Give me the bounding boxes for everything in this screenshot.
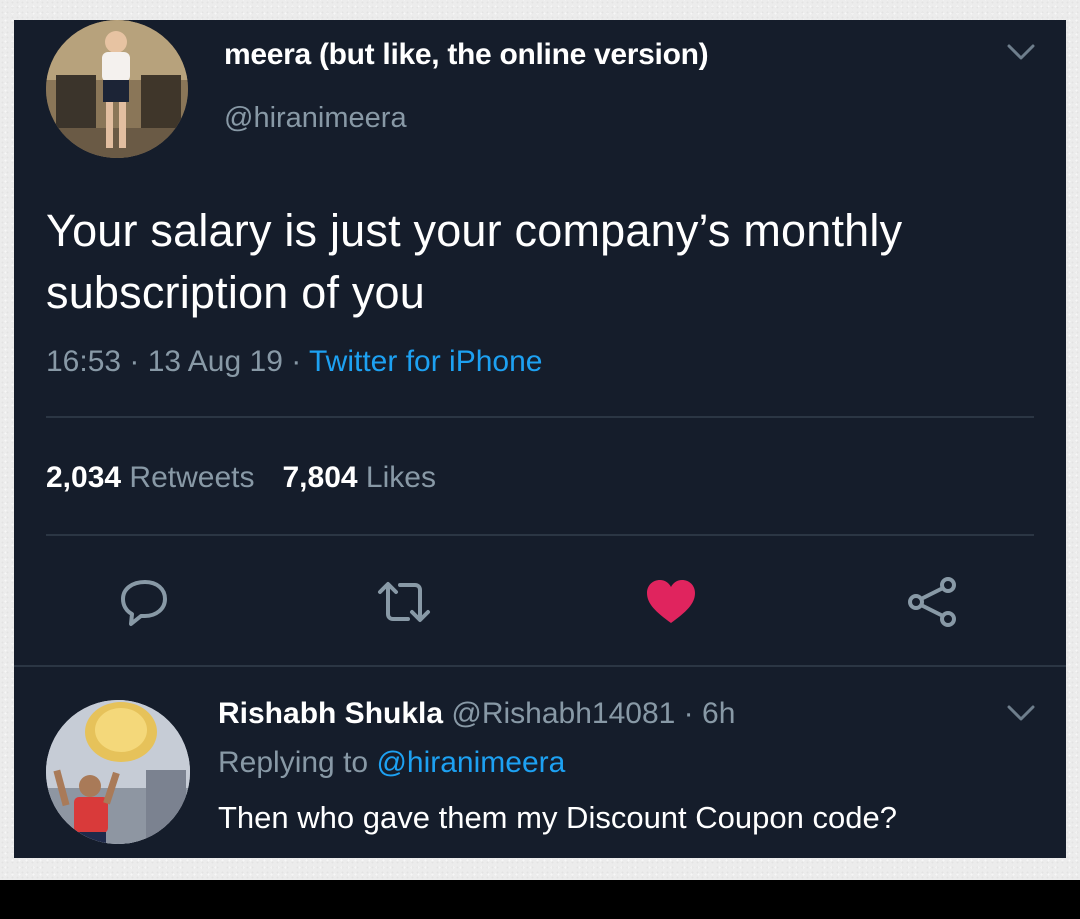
like-stat[interactable]: 7,804 Likes [282,461,435,494]
retweet-count: 2,034 [46,461,122,494]
meta-separator: · [121,345,148,378]
chevron-down-icon[interactable] [1006,42,1036,67]
tweet-stats: 2,034 Retweets 7,804 Likes [46,461,436,495]
reply-icon[interactable] [119,576,171,633]
reply-age: 6h [702,697,736,730]
reply-header: Rishabh Shukla @Rishabh14081 · 6h [218,697,735,731]
divider [46,416,1034,418]
divider [46,534,1034,536]
meta-separator: · [282,345,310,378]
reply-author-avatar[interactable] [46,700,190,844]
author-avatar[interactable] [46,20,188,158]
chevron-down-icon[interactable] [1006,703,1036,728]
replying-to: Replying to @hiranimeera [218,746,565,780]
reply-separator: · [675,697,703,730]
tweet-source-link[interactable]: Twitter for iPhone [309,345,542,378]
replying-to-mention[interactable]: @hiranimeera [376,746,565,779]
tweet-meta: 16:53 · 13 Aug 19 · Twitter for iPhone [46,345,542,379]
reply-author-handle[interactable]: @Rishabh14081 [451,697,675,730]
bottom-bar [0,880,1080,919]
retweet-icon[interactable] [374,576,434,633]
tweet-text: Your salary is just your company’s month… [46,205,903,318]
author-name[interactable]: meera (but like, the online version) [224,38,709,72]
retweet-label: Retweets [129,461,255,494]
like-count: 7,804 [282,461,358,494]
retweet-stat[interactable]: 2,034 Retweets [46,461,254,494]
tweet-time: 16:53 [46,345,122,378]
author-handle[interactable]: @hiranimeera [224,102,407,135]
reply-author-name[interactable]: Rishabh Shukla [218,697,443,730]
tweet-date: 13 Aug 19 [147,345,283,378]
tweet-card: meera (but like, the online version) @hi… [14,20,1066,858]
heart-icon[interactable] [644,576,698,633]
replying-prefix: Replying to [218,746,377,779]
reply-text: Then who gave them my Discount Coupon co… [218,800,897,835]
share-icon[interactable] [906,576,960,633]
divider [14,665,1066,667]
like-label: Likes [365,461,436,494]
